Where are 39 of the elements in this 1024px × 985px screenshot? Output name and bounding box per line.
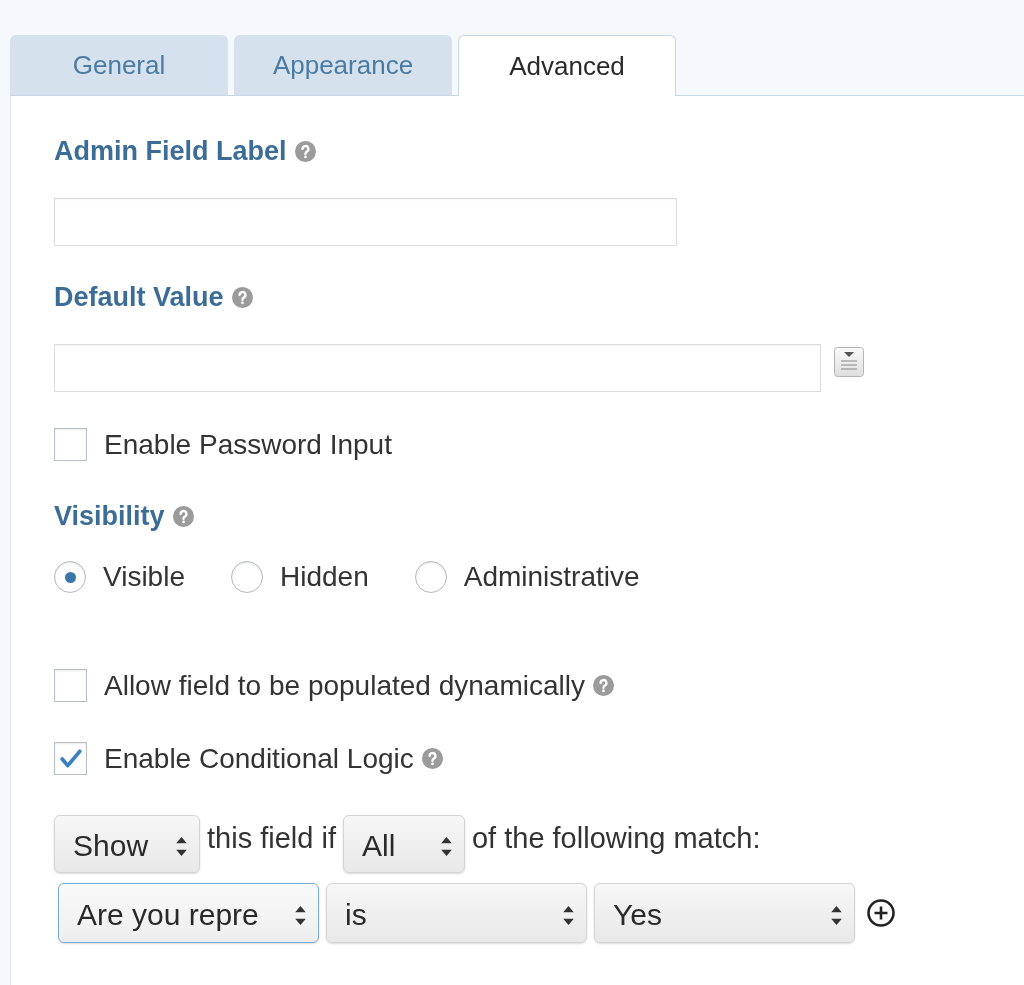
radio-button[interactable]	[231, 561, 263, 593]
input-field[interactable]	[54, 344, 821, 392]
help-icon[interactable]	[294, 140, 316, 162]
radio-button[interactable]	[414, 561, 447, 593]
rule-field-dropdown[interactable]: Are you repre	[58, 883, 319, 943]
rule-operator-dropdown[interactable]: is	[326, 883, 587, 943]
logic-text: this field if	[207, 821, 336, 855]
check-icon	[59, 749, 82, 768]
input-field[interactable]	[54, 198, 677, 246]
radio-label: Visible	[103, 561, 185, 593]
checkbox-label: Allow field to be populated dynamically	[104, 669, 585, 702]
action-dropdown[interactable]: Show	[54, 815, 200, 873]
updown-arrows-icon	[831, 905, 842, 925]
add-icon[interactable]	[867, 899, 895, 927]
tab[interactable]: Advanced	[458, 35, 676, 96]
checkbox-label: Enable Conditional Logic	[104, 742, 414, 775]
help-icon[interactable]	[172, 505, 194, 527]
radio-button[interactable]	[54, 561, 86, 593]
updown-arrows-icon	[563, 905, 574, 925]
updown-arrows-icon	[176, 836, 187, 856]
updown-arrows-icon	[440, 836, 452, 856]
help-icon[interactable]	[421, 748, 443, 769]
checkbox[interactable]	[54, 742, 87, 775]
updown-arrows-icon	[295, 905, 306, 925]
radio-label: Hidden	[280, 561, 369, 593]
logic-text: of the following match:	[471, 821, 761, 855]
logic-type-dropdown[interactable]: All	[342, 815, 465, 873]
field-heading: Default Value	[54, 281, 224, 313]
help-icon[interactable]	[592, 675, 614, 696]
radio-label: Administrative	[463, 561, 640, 593]
rule-value-dropdown[interactable]: Yes	[594, 883, 855, 943]
checkbox[interactable]	[54, 428, 87, 461]
checkbox-label: Enable Password Input	[104, 428, 392, 461]
help-icon[interactable]	[231, 286, 253, 308]
list-dropdown-icon[interactable]	[834, 347, 864, 377]
field-heading: Visibility	[54, 500, 165, 532]
checkbox[interactable]	[54, 669, 87, 702]
field-heading: Admin Field Label	[54, 135, 287, 167]
radio-dot-icon	[64, 571, 76, 583]
